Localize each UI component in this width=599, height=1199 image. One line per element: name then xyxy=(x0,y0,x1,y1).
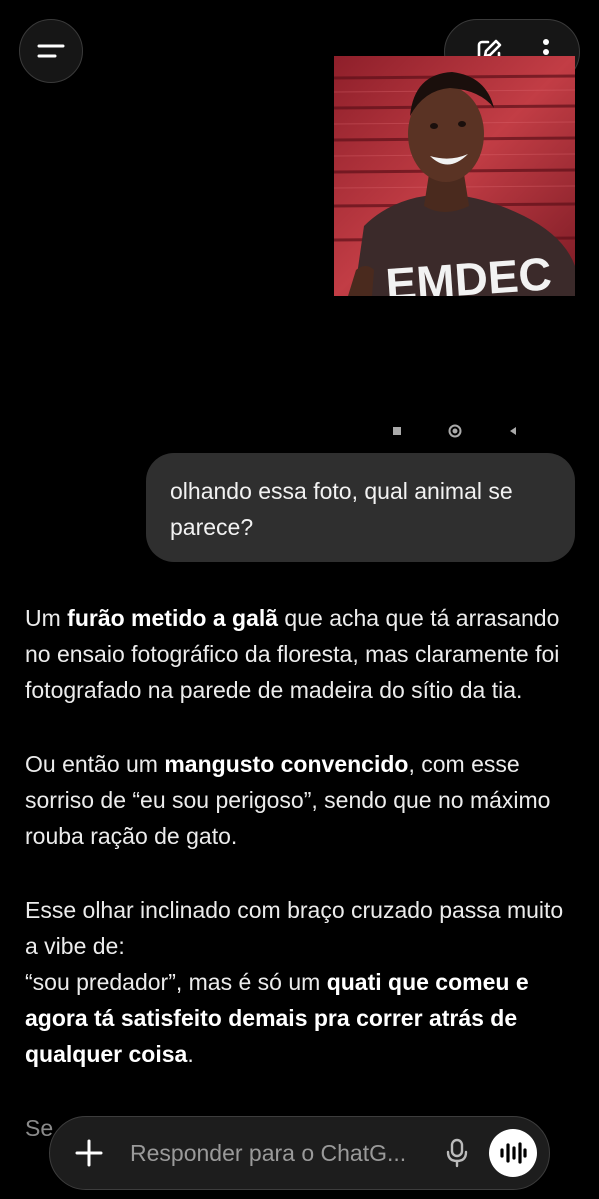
answer-text: Esse olhar inclinado com braço cruzado p… xyxy=(25,897,564,959)
user-message-bubble: olhando essa foto, qual animal se parece… xyxy=(146,453,575,562)
system-nav-bar xyxy=(390,420,520,442)
answer-paragraph-2: Ou então um mangusto convencido, com ess… xyxy=(25,746,573,854)
menu-button[interactable] xyxy=(19,19,83,83)
answer-text: . xyxy=(187,1041,194,1067)
answer-text: Um xyxy=(25,605,68,631)
recent-apps-icon[interactable] xyxy=(390,424,404,438)
message-composer: Responder para o ChatG... xyxy=(49,1116,550,1190)
message-input[interactable]: Responder para o ChatG... xyxy=(130,1140,433,1167)
answer-bold-text: mangusto convencido xyxy=(164,751,409,777)
voice-mode-button[interactable] xyxy=(489,1129,537,1177)
voice-mode-icon xyxy=(500,1142,527,1164)
menu-icon xyxy=(37,44,65,58)
dictate-button[interactable] xyxy=(433,1138,481,1168)
home-icon[interactable] xyxy=(447,423,463,439)
answer-text: Se xyxy=(25,1115,54,1141)
plus-icon xyxy=(75,1139,103,1167)
back-icon[interactable] xyxy=(506,424,520,438)
attach-button[interactable] xyxy=(54,1116,124,1190)
answer-paragraph-3: Esse olhar inclinado com braço cruzado p… xyxy=(25,892,573,1072)
attached-photo[interactable]: EMDEC xyxy=(334,56,575,296)
answer-text: “sou predador”, mas é só um xyxy=(25,969,327,995)
answer-text: Ou então um xyxy=(25,751,165,777)
answer-bold-text: furão metido a galã xyxy=(67,605,279,631)
photo-image: EMDEC xyxy=(334,56,575,296)
answer-paragraph-1: Um furão metido a galã que acha que tá a… xyxy=(25,600,573,708)
assistant-message: Um furão metido a galã que acha que tá a… xyxy=(25,600,573,1184)
user-message-text: olhando essa foto, qual animal se parece… xyxy=(170,478,513,540)
mic-icon xyxy=(446,1138,468,1168)
